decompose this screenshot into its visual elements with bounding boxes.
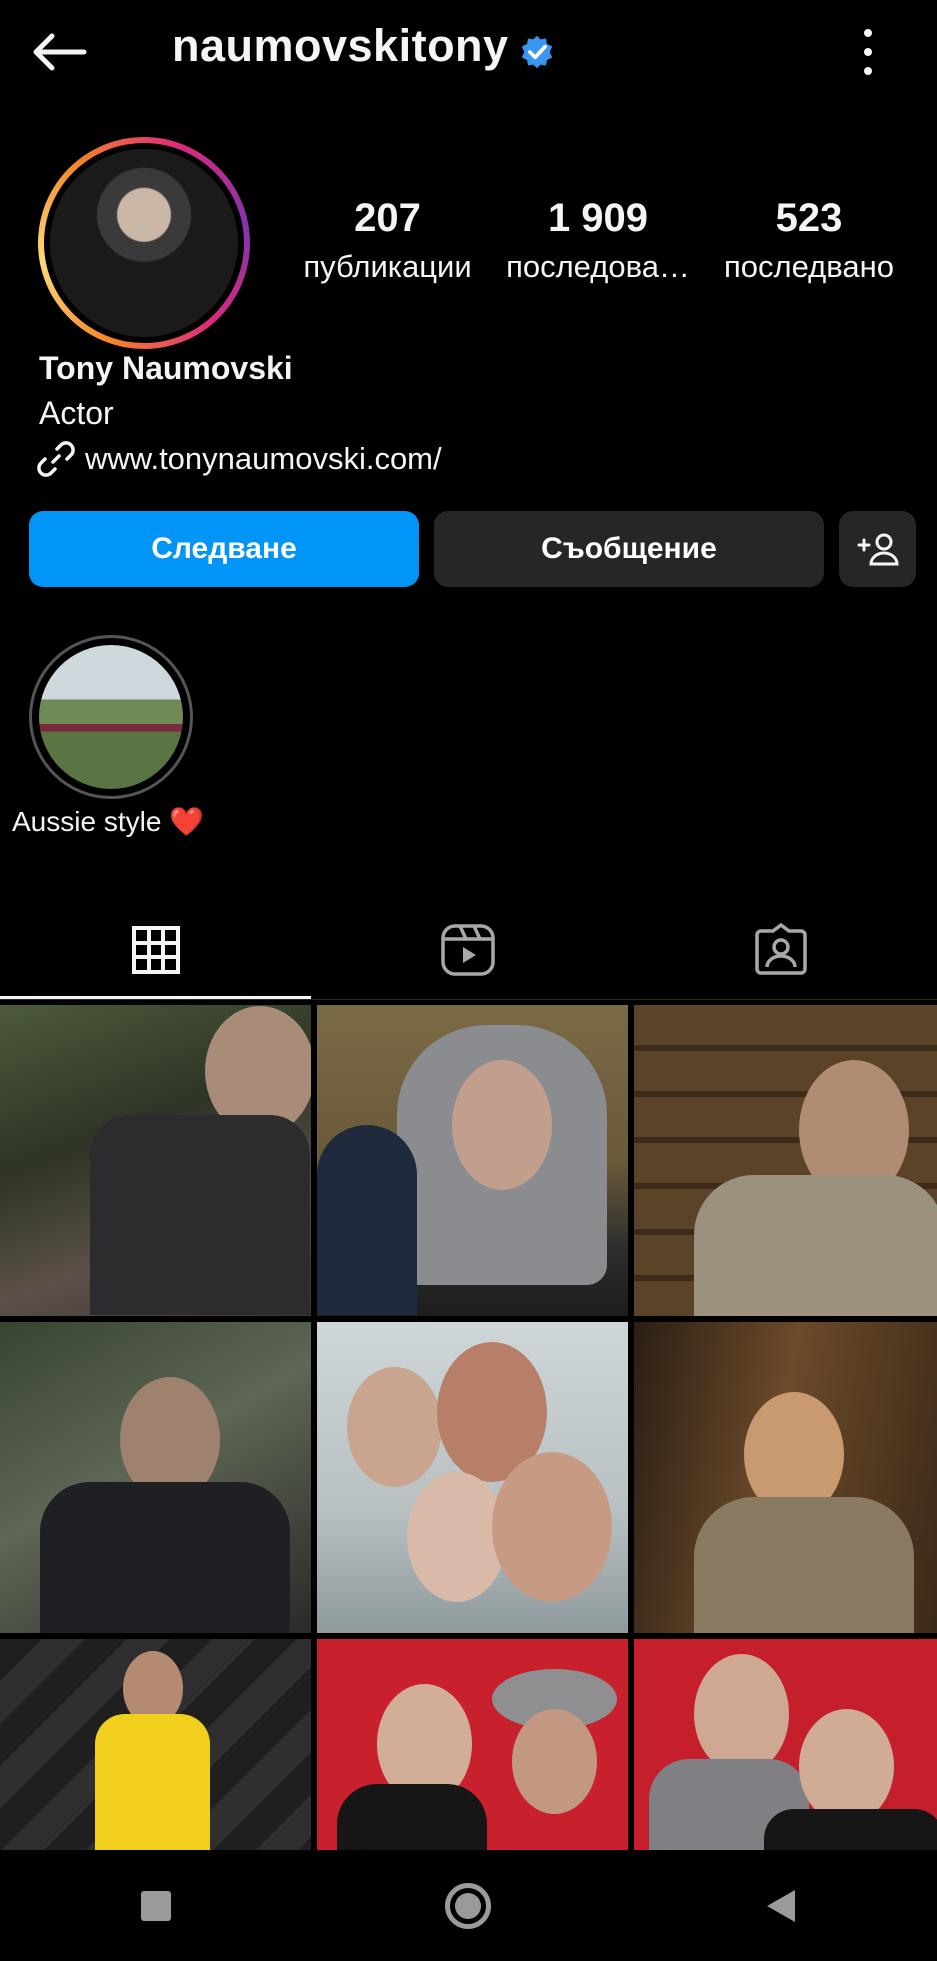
post-tile[interactable] bbox=[317, 1322, 628, 1633]
story-highlight[interactable] bbox=[29, 635, 193, 799]
post-tile[interactable] bbox=[317, 1639, 628, 1850]
grid-icon bbox=[132, 926, 180, 974]
dot bbox=[864, 47, 872, 56]
post-tile[interactable] bbox=[0, 1639, 311, 1850]
system-back-button[interactable] bbox=[741, 1866, 821, 1946]
following-stat[interactable]: 523 последвано bbox=[710, 195, 908, 287]
following-count: 523 bbox=[775, 196, 843, 240]
recents-button[interactable] bbox=[116, 1866, 196, 1946]
avatar bbox=[50, 149, 238, 337]
followers-label: последова… bbox=[506, 249, 690, 284]
tab-divider bbox=[0, 999, 937, 1000]
profile-username: naumovskitony bbox=[172, 20, 509, 71]
more-options-button[interactable] bbox=[850, 24, 886, 80]
post-tile[interactable] bbox=[0, 1322, 311, 1633]
link-text: www.tonynaumovski.com/ bbox=[85, 441, 442, 476]
suggest-users-button[interactable] bbox=[839, 511, 916, 587]
tab-posts-grid[interactable] bbox=[0, 900, 312, 1000]
back-triangle-icon bbox=[766, 1889, 795, 1922]
home-icon-dot bbox=[455, 1892, 482, 1919]
link-icon bbox=[37, 441, 75, 477]
highlight-thumbnail bbox=[39, 645, 183, 789]
system-navigation-bar bbox=[0, 1850, 937, 1961]
verified-badge-icon bbox=[521, 35, 553, 69]
bio-text: Actor bbox=[39, 395, 114, 431]
home-icon bbox=[445, 1882, 492, 1929]
display-name: Tony Naumovski bbox=[39, 350, 293, 386]
back-button[interactable] bbox=[30, 22, 100, 82]
profile-link[interactable]: www.tonynaumovski.com/ bbox=[37, 440, 442, 478]
post-tile[interactable] bbox=[634, 1322, 937, 1633]
recents-icon bbox=[141, 1890, 172, 1921]
tagged-icon bbox=[755, 923, 807, 975]
posts-stat[interactable]: 207 публикации bbox=[290, 195, 485, 287]
arrow-left-icon bbox=[33, 33, 87, 71]
post-tile[interactable] bbox=[634, 1005, 937, 1316]
following-label: последвано bbox=[724, 249, 894, 284]
tab-tagged[interactable] bbox=[625, 900, 937, 1000]
message-button[interactable]: Съобщение bbox=[434, 511, 824, 587]
post-tile[interactable] bbox=[0, 1005, 311, 1316]
add-person-icon bbox=[857, 533, 899, 566]
tab-reels[interactable] bbox=[312, 900, 624, 1000]
posts-count: 207 bbox=[354, 196, 421, 240]
follow-button[interactable]: Следване bbox=[29, 511, 419, 587]
followers-count: 1 909 bbox=[547, 196, 649, 240]
post-tile[interactable] bbox=[317, 1005, 628, 1316]
avatar-story-ring[interactable] bbox=[38, 137, 250, 349]
avatar-border bbox=[44, 143, 244, 343]
highlight-label: Aussie style ❤️ bbox=[12, 806, 205, 837]
reels-icon bbox=[441, 924, 495, 976]
more-vertical-icon bbox=[864, 29, 872, 38]
post-tile[interactable] bbox=[634, 1639, 937, 1850]
followers-stat[interactable]: 1 909 последова… bbox=[498, 195, 698, 287]
posts-label: публикации bbox=[303, 249, 472, 284]
dot bbox=[864, 66, 872, 75]
home-button[interactable] bbox=[428, 1866, 508, 1946]
